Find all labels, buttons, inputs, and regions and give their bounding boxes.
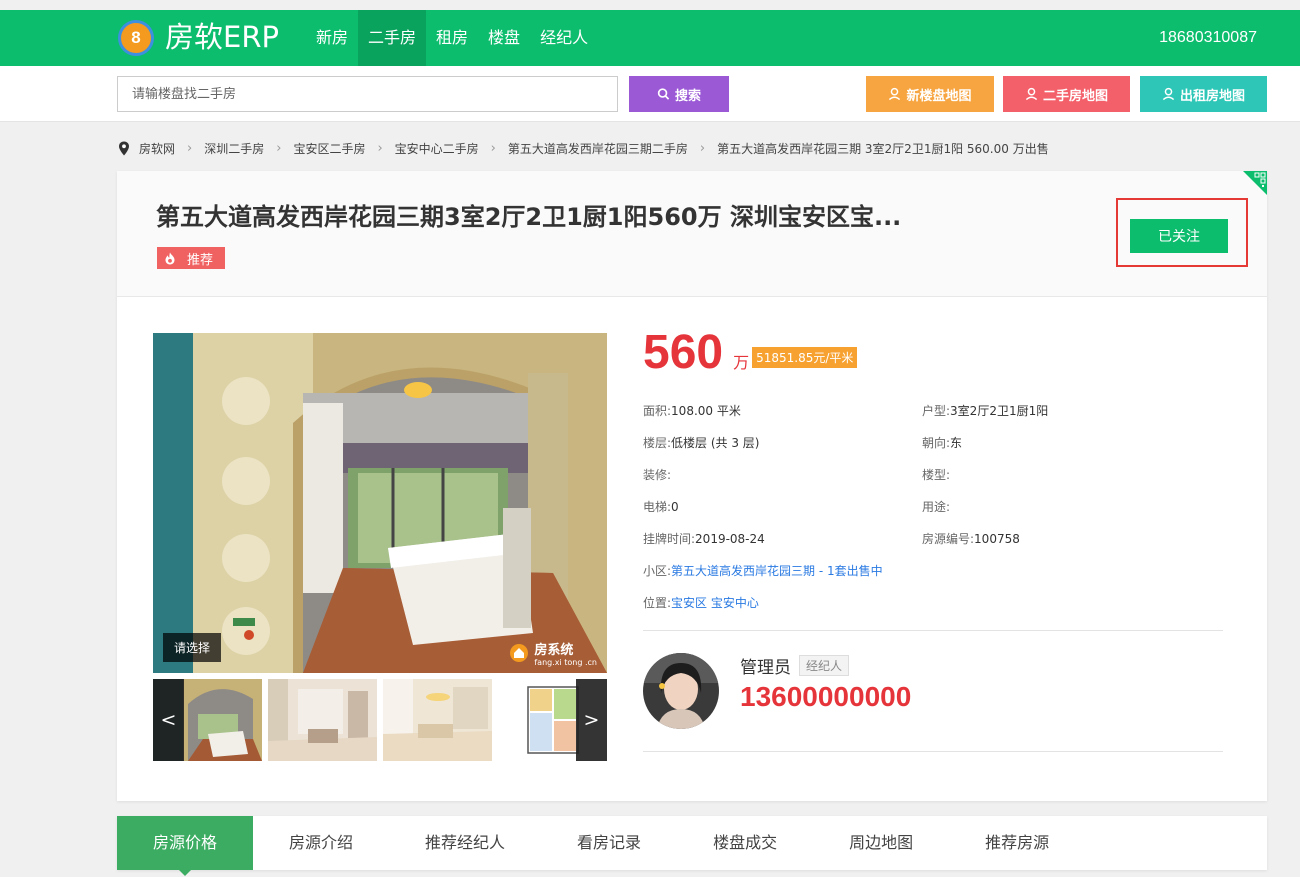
agent-avatar[interactable] [643, 653, 719, 729]
second-hand-map-label: 二手房地图 [1042, 88, 1108, 104]
search-input[interactable] [117, 76, 618, 112]
tab-nearby-map[interactable]: 周边地图 [813, 816, 949, 870]
tab-recommended-listings[interactable]: 推荐房源 [949, 816, 1085, 870]
breadcrumb-item-district[interactable]: 宝安区二手房 [293, 140, 365, 157]
nav-property[interactable]: 楼盘 [478, 10, 530, 66]
top-navigation-bar: 8 房软ERP 新房 二手房 租房 楼盘 经纪人 18680310087 [0, 10, 1300, 66]
watermark-url: fang.xi tong .cn [534, 658, 597, 667]
listing-title: 第五大道高发西岸花园三期3室2厅2卫1厨1阳560万 深圳宝安区宝... [156, 203, 902, 231]
detail-decoration: 装修: [643, 468, 672, 482]
detail-floor: 楼层:低楼层 (共 3 层) [643, 436, 760, 450]
breadcrumb-item-current: 第五大道高发西岸花园三期 3室2厅2卫1厨1阳 560.00 万出售 [717, 142, 1049, 156]
breadcrumb-separator: › [490, 141, 496, 156]
map-marker-icon [889, 87, 901, 101]
breadcrumb: 房软网 › 深圳二手房 › 宝安区二手房 › 宝安中心二手房 › 第五大道高发西… [118, 140, 1049, 157]
breadcrumb-item-area[interactable]: 宝安中心二手房 [395, 140, 479, 157]
tab-introduction[interactable]: 房源介绍 [253, 816, 389, 870]
map-marker-icon [1025, 87, 1038, 101]
search-icon [657, 88, 670, 100]
header-phone: 18680310087 [1159, 29, 1257, 46]
recommend-tag-label: 推荐 [187, 252, 214, 268]
main-nav: 新房 二手房 租房 楼盘 经纪人 [306, 10, 598, 66]
detail-orientation: 朝向:东 [922, 436, 963, 450]
detail-building-type: 楼型: [922, 468, 951, 482]
breadcrumb-separator: › [699, 141, 706, 156]
nav-rental[interactable]: 租房 [426, 10, 478, 66]
photo-select-label[interactable]: 请选择 [163, 633, 222, 662]
detail-usage: 用途: [922, 500, 951, 514]
title-area: 第五大道高发西岸花园三期3室2厅2卫1厨1阳560万 深圳宝安区宝... 推荐 … [117, 171, 1267, 297]
total-price: 560 [643, 326, 724, 379]
location-pin-icon [119, 141, 129, 156]
unit-price-badge: 51851.85元/平米 [752, 347, 858, 368]
search-button[interactable]: 搜索 [629, 76, 729, 112]
breadcrumb-item-city[interactable]: 深圳二手房 [204, 140, 264, 157]
bedroom-photo-image [153, 333, 607, 673]
watermark: 房系统 fang.xi tong .cn [509, 639, 597, 667]
recommend-tag: 推荐 [157, 247, 226, 269]
rental-map-button[interactable]: 出租房地图 [1140, 76, 1267, 112]
price-unit: 万 [733, 353, 750, 372]
breadcrumb-item-community[interactable]: 第五大道高发西岸花园三期二手房 [508, 140, 688, 157]
search-bar: 搜索 新楼盘地图 二手房地图 出租房地图 [0, 66, 1300, 122]
divider [643, 630, 1223, 631]
detail-elevator: 电梯:0 [643, 500, 679, 514]
price-row: 560 万 51851.85元/平米 [643, 326, 858, 379]
tab-recommended-agents[interactable]: 推荐经纪人 [389, 816, 541, 870]
rental-map-label: 出租房地图 [1179, 88, 1245, 104]
nav-new-house[interactable]: 新房 [306, 10, 358, 66]
thumbnail-next-button[interactable]: > [576, 679, 607, 761]
second-hand-map-button[interactable]: 二手房地图 [1003, 76, 1130, 112]
divider [643, 751, 1223, 752]
new-house-map-label: 新楼盘地图 [906, 88, 972, 104]
watermark-name: 房系统 [534, 643, 574, 658]
follow-highlight-frame: 已关注 [1116, 198, 1248, 267]
detail-location: 位置:宝安区 宝安中心 [643, 596, 759, 610]
tab-viewing-records[interactable]: 看房记录 [541, 816, 677, 870]
detail-area: 面积:108.00 平米 [643, 404, 741, 418]
follow-button[interactable]: 已关注 [1130, 219, 1228, 253]
detail-layout: 户型:3室2厅2卫1厨1阳 [922, 404, 1049, 418]
qr-code-icon[interactable] [1243, 171, 1267, 195]
breadcrumb-separator: › [377, 141, 383, 156]
breadcrumb-separator: › [187, 141, 193, 156]
watermark-logo-icon [510, 644, 529, 662]
map-marker-icon [1162, 87, 1175, 101]
detail-tabs: 房源价格 房源介绍 推荐经纪人 看房记录 楼盘成交 周边地图 推荐房源 [117, 816, 1267, 876]
nav-agent[interactable]: 经纪人 [530, 10, 598, 66]
thumbnail-strip: < > [153, 679, 607, 761]
detail-community: 小区:第五大道高发西岸花园三期 - 1套出售中 [643, 564, 883, 578]
tab-price[interactable]: 房源价格 [117, 816, 254, 876]
brand-name[interactable]: 房软ERP [165, 19, 279, 55]
agent-role-badge: 经纪人 [799, 655, 850, 676]
agent-phone: 13600000000 [740, 681, 912, 712]
fire-icon [165, 252, 175, 264]
nav-second-hand-house[interactable]: 二手房 [358, 10, 427, 66]
search-button-label: 搜索 [674, 88, 701, 104]
breadcrumb-item-home[interactable]: 房软网 [139, 140, 175, 157]
tab-transactions[interactable]: 楼盘成交 [677, 816, 813, 870]
agent-name-row: 管理员 经纪人 [740, 653, 850, 678]
thumbnail-living-room[interactable] [268, 679, 377, 761]
detail-listed-date: 挂牌时间:2019-08-24 [643, 532, 765, 546]
community-link[interactable]: 第五大道高发西岸花园三期 - 1套出售中 [671, 564, 883, 578]
main-property-photo[interactable]: 请选择 房系统 fang.xi tong .cn [153, 333, 607, 673]
agent-name[interactable]: 管理员 [740, 653, 791, 678]
logo-icon[interactable]: 8 [118, 20, 154, 56]
location-link[interactable]: 宝安区 宝安中心 [671, 596, 759, 610]
breadcrumb-separator: › [276, 141, 282, 156]
new-house-map-button[interactable]: 新楼盘地图 [866, 76, 994, 112]
detail-listing-id: 房源编号:100758 [922, 532, 1020, 546]
listing-card: 第五大道高发西岸花园三期3室2厅2卫1厨1阳560万 深圳宝安区宝... 推荐 … [117, 171, 1267, 801]
thumbnail-dining-room[interactable] [383, 679, 492, 761]
thumbnail-prev-button[interactable]: < [153, 679, 184, 761]
